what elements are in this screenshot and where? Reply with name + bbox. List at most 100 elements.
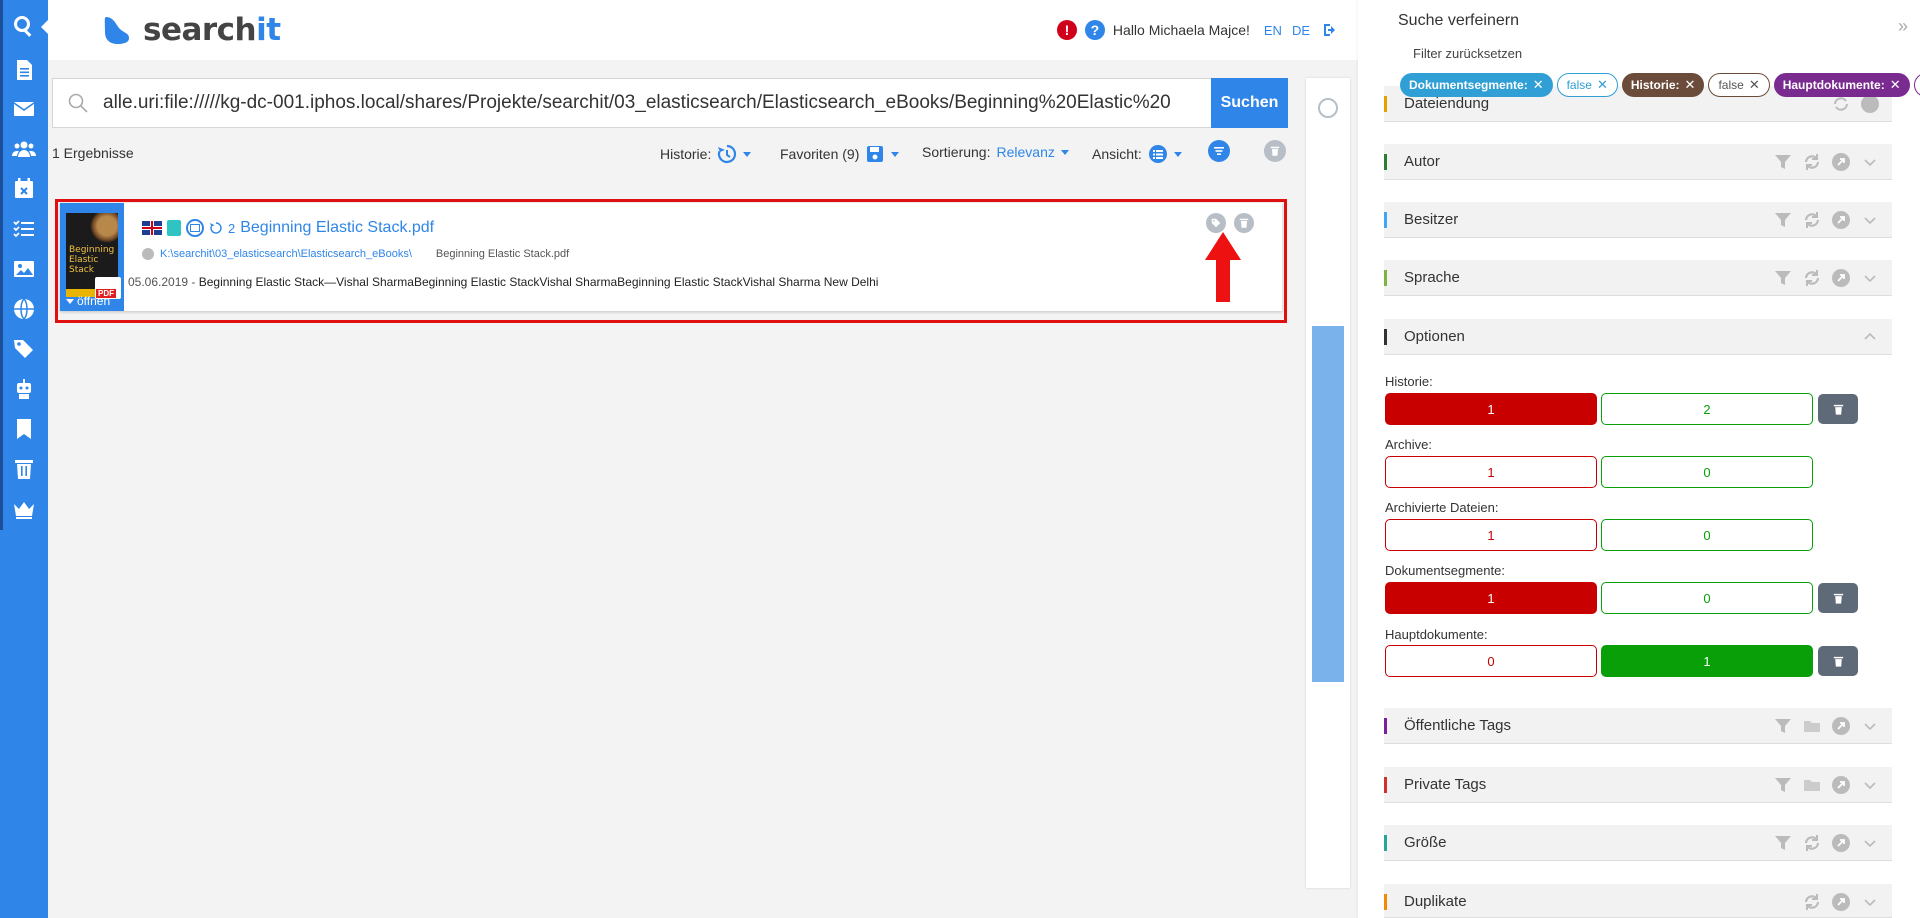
chip-hauptdokumente[interactable]: Hauptdokumente: ✕ [1773, 73, 1910, 97]
open-external-icon[interactable] [1831, 152, 1851, 172]
chip-dokumentsegmente[interactable]: Dokumentsegmente: ✕ [1400, 73, 1553, 97]
dokumentsegmente-false-count[interactable]: 1 [1385, 582, 1597, 614]
search-input[interactable] [103, 92, 1287, 114]
nav-users-icon[interactable] [0, 131, 48, 167]
scrollbar-thumb[interactable] [1312, 326, 1344, 682]
filter-icon[interactable] [1773, 716, 1793, 736]
remove-chip-icon[interactable]: ✕ [1685, 77, 1696, 93]
remove-chip-icon[interactable]: ✕ [1890, 77, 1901, 93]
hauptdokumente-false-count[interactable]: 0 [1385, 645, 1597, 677]
refresh-icon[interactable] [1802, 892, 1822, 912]
chevron-down-icon[interactable] [1860, 833, 1880, 853]
chevron-down-icon[interactable] [1860, 152, 1880, 172]
clear-dokumentsegmente-button[interactable] [1818, 583, 1858, 613]
archive-true-count[interactable]: 0 [1601, 456, 1813, 488]
search-button[interactable]: Suchen [1211, 78, 1288, 128]
refresh-icon[interactable] [1802, 152, 1822, 172]
view-dropdown[interactable]: Ansicht: [1092, 144, 1182, 164]
remove-chip-icon[interactable]: ✕ [1533, 77, 1544, 93]
chevron-up-icon[interactable] [1860, 327, 1880, 347]
facet-optionen[interactable]: Optionen [1384, 319, 1892, 355]
sort-dropdown[interactable]: Sortierung: Relevanz [922, 144, 1069, 160]
facet-besitzer[interactable]: Besitzer [1384, 202, 1892, 238]
help-icon[interactable]: ? [1084, 20, 1105, 40]
open-external-icon[interactable] [1831, 210, 1851, 230]
chevron-down-icon[interactable] [1860, 716, 1880, 736]
nav-bookmark-icon[interactable] [0, 411, 48, 447]
nav-image-icon[interactable] [0, 251, 48, 287]
chevron-down-icon[interactable] [1860, 775, 1880, 795]
filter-icon[interactable] [1773, 210, 1793, 230]
clear-historie-button[interactable] [1818, 394, 1858, 424]
archivierte-false-count[interactable]: 1 [1385, 519, 1597, 551]
app-logo[interactable]: searchit [103, 12, 281, 48]
collapse-panel-icon[interactable]: » [1898, 16, 1908, 37]
open-external-icon[interactable] [1831, 892, 1851, 912]
nav-document-icon[interactable] [0, 52, 48, 88]
hauptdokumente-true-count[interactable]: 1 [1601, 645, 1813, 677]
historie-false-count[interactable]: 1 [1385, 393, 1597, 425]
nav-trash-icon[interactable] [0, 451, 48, 487]
view-label: Ansicht: [1092, 146, 1142, 162]
archive-false-count[interactable]: 1 [1385, 456, 1597, 488]
refresh-icon[interactable] [1802, 833, 1822, 853]
remove-chip-icon[interactable]: ✕ [1597, 77, 1608, 93]
chip-dokumentsegmente-value[interactable]: false ✕ [1556, 73, 1618, 97]
clear-results-button[interactable] [1264, 140, 1286, 162]
chip-historie[interactable]: Historie: ✕ [1621, 73, 1705, 97]
facet-groesse[interactable]: Größe [1384, 825, 1892, 861]
open-external-icon[interactable] [1831, 716, 1851, 736]
filter-icon[interactable] [1773, 833, 1793, 853]
nav-globe-icon[interactable] [0, 291, 48, 327]
archivierte-true-count[interactable]: 0 [1601, 519, 1813, 551]
facet-accent [1384, 96, 1387, 112]
filter-icon[interactable] [1773, 268, 1793, 288]
nav-crown-icon[interactable] [0, 491, 48, 527]
lang-de-link[interactable]: DE [1292, 23, 1310, 38]
facet-actions [1773, 268, 1880, 288]
facet-duplikate[interactable]: Duplikate [1384, 884, 1892, 918]
nav-calendar-icon[interactable] [0, 171, 48, 207]
open-external-icon[interactable] [1831, 268, 1851, 288]
dokumentsegmente-true-count[interactable]: 0 [1601, 582, 1813, 614]
logout-icon[interactable] [1322, 22, 1338, 38]
folder-icon[interactable] [1802, 775, 1822, 795]
reset-filters-link[interactable]: Filter zurücksetzen [1413, 46, 1522, 61]
favorites-dropdown[interactable]: Favoriten (9) [780, 144, 900, 164]
chevron-down-icon[interactable] [1860, 892, 1880, 912]
chip-hauptdokumente-value[interactable]: true✕ [1913, 73, 1920, 97]
filter-icon[interactable] [1773, 775, 1793, 795]
scroll-top-icon[interactable] [1318, 98, 1338, 118]
facet-sprache[interactable]: Sprache [1384, 260, 1892, 296]
nav-robot-icon[interactable] [0, 371, 48, 407]
refresh-icon[interactable] [1802, 210, 1822, 230]
facet-oeffentliche-tags[interactable]: Öffentliche Tags [1384, 708, 1892, 744]
trash-icon [1833, 593, 1843, 604]
historie-true-count[interactable]: 2 [1601, 393, 1813, 425]
facet-actions [1773, 775, 1880, 795]
lang-en-link[interactable]: EN [1264, 23, 1282, 38]
folder-icon[interactable] [1802, 716, 1822, 736]
filter-icon[interactable] [1773, 152, 1793, 172]
open-external-icon[interactable] [1860, 94, 1880, 114]
chip-historie-value[interactable]: false ✕ [1708, 73, 1770, 97]
facet-private-tags[interactable]: Private Tags [1384, 767, 1892, 803]
trash-icon [1270, 146, 1280, 156]
clear-hauptdokumente-button[interactable] [1818, 646, 1858, 676]
refresh-icon[interactable] [1802, 268, 1822, 288]
remove-chip-icon[interactable]: ✕ [1749, 77, 1760, 93]
open-external-icon[interactable] [1831, 775, 1851, 795]
nav-tags-icon[interactable] [0, 331, 48, 367]
nav-mail-icon[interactable] [0, 91, 48, 127]
history-dropdown[interactable]: Historie: [660, 144, 752, 164]
trash-icon [1833, 404, 1843, 415]
refresh-icon[interactable] [1831, 94, 1851, 114]
alert-icon[interactable]: ! [1056, 20, 1077, 40]
open-external-icon[interactable] [1831, 833, 1851, 853]
facet-autor[interactable]: Autor [1384, 144, 1892, 180]
filter-list-button[interactable] [1208, 140, 1230, 162]
nav-tasks-icon[interactable] [0, 211, 48, 247]
chevron-down-icon[interactable] [1860, 210, 1880, 230]
chevron-down-icon[interactable] [1860, 268, 1880, 288]
logo-text: searchit [143, 12, 281, 48]
